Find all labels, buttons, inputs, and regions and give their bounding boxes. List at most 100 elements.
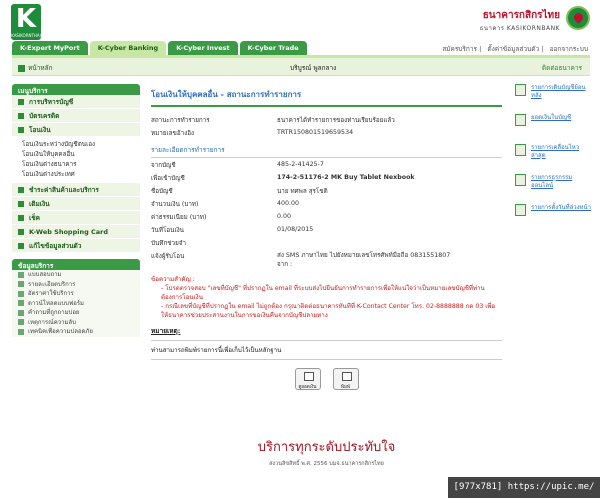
home-icon [18, 64, 25, 72]
ref-value: TRTR150801519659534 [277, 129, 354, 136]
notify-from: จาก : [277, 261, 293, 268]
expand-icon [18, 113, 24, 119]
svc-label: รายละเอียดบริการ [28, 280, 76, 288]
sidebar-item-payment[interactable]: ชำระค่าสินค้าและบริการ [12, 183, 140, 197]
quick-link-label: รายการตั้งวันที่ล่วงหน้า [531, 204, 591, 211]
register-link[interactable]: สมัครบริการ [442, 45, 477, 53]
user-name: บริบูรณ์ พูลกลาง [290, 64, 337, 72]
view-balance-label: ดูยอดเงิน [298, 385, 317, 390]
settings-link[interactable]: ตั้งค่าข้อมูลส่วนตัว [487, 45, 539, 53]
footer: บริการทุกระดับประทับใจ สงวนลิขสิทธิ์ พ.ศ… [151, 436, 502, 468]
top-links: สมัครบริการ | ตั้งค่าข้อมูลส่วนตัว | ออก… [442, 45, 588, 53]
memo-label: บันทึกช่วยจำ [151, 239, 186, 247]
kbank-logo[interactable]: K KASIKORNTHAI [11, 4, 41, 40]
note-2: - กรณีเลขที่บัญชีที่ปรากฏใน email ไม่ถูก… [161, 303, 496, 319]
quick-link-recent[interactable]: รายการเคลื่อนไหวล่าสุด [515, 144, 593, 171]
footer-copyright: สงวนลิขสิทธิ์ พ.ศ. 2556 บมจ.ธนาคารกสิกรไ… [269, 461, 384, 467]
sidebar-item-label: K-Web Shopping Card [29, 228, 109, 236]
svc-survey[interactable]: แบบสอบถาม [12, 270, 140, 280]
svc-faq[interactable]: คำถามที่ถูกถามบ่อย [12, 308, 140, 318]
important-notes: ข้อความสำคัญ : - โปรดตรวจสอบ "เลขที่บัญช… [151, 275, 502, 320]
expand-icon [18, 229, 24, 235]
sidebar-item-cheque[interactable]: เช็ค [12, 211, 140, 225]
quick-link-online[interactable]: รายการธุรกรรมออนไลน์ [515, 174, 593, 201]
fees-icon [18, 290, 24, 297]
sidebar-item-label: โอนเงิน [29, 126, 51, 134]
name-label: ชื่อบัญชี [151, 187, 173, 195]
to-row: เพื่อเข้าบัญชี 174-2-51176-2 MK Buy Table… [151, 171, 502, 184]
submenu-own-account[interactable]: โอนเงินระหว่างบัญชีตนเอง [22, 140, 130, 150]
tab-k-cyber-invest[interactable]: K-Cyber Invest [168, 41, 238, 55]
date-label: วันที่โอนเงิน [151, 226, 184, 234]
svc-label: เหตุการณ์ความลับ [28, 318, 76, 326]
name-value: นาย ทศพล สุรโชติ [277, 187, 328, 195]
logout-link[interactable]: ออกจากระบบ [550, 45, 588, 53]
to-value: 174-2-51176-2 MK Buy Tablet Nexbook [277, 174, 415, 181]
sidebar-item-label: เช็ค [29, 214, 40, 222]
svc-label: คำถามที่ถูกถามบ่อย [28, 309, 80, 316]
sidebar-item-accounts[interactable]: การบริหารบัญชี [12, 95, 140, 109]
svc-label: เทคนิคเพื่อความปลอดภัย [28, 328, 93, 335]
remark-text: ท่านสามารถพิมพ์รายการนี้เพื่อเก็บไว้เป็น… [151, 347, 282, 354]
print-label: พิมพ์ [341, 385, 350, 390]
footer-slogan: บริการทุกระดับประทับใจ [257, 440, 396, 455]
survey-icon [18, 271, 24, 278]
sidebar: เมนูบริการ การบริหารบัญชี บัตรเครดิต โอน… [12, 84, 140, 337]
sub-bar: หน้าหลัก บริบูรณ์ พูลกลาง ติดต่อธนาคาร [12, 58, 590, 76]
date-value: 01/08/2015 [277, 226, 314, 233]
tab-k-expert-myport[interactable]: K-Expert MyPort [12, 41, 88, 55]
sidebar-item-topup[interactable]: เติมเงิน [12, 197, 140, 211]
quick-link-scheduled[interactable]: รายการตั้งวันที่ล่วงหน้า [515, 204, 593, 231]
submenu-other-bank[interactable]: โอนเงินต่างธนาคาร [22, 160, 130, 170]
sidebar-item-credit-card[interactable]: บัตรเครดิต [12, 109, 140, 123]
expand-icon [18, 99, 24, 105]
amount-label: จำนวนเงิน (บาท) [151, 200, 199, 208]
fee-label: ค่าธรรมเนียม (บาท) [151, 213, 207, 221]
note-1: - โปรดตรวจสอบ "เลขที่บัญชี" ที่ปรากฏใน e… [161, 285, 485, 301]
calendar-icon [515, 204, 526, 216]
sidebar-item-label: การบริหารบัญชี [29, 98, 74, 106]
from-value: 485-2-41425-7 [277, 161, 324, 168]
quick-link-label: ยอดเงินในบัญชี [531, 114, 572, 121]
ref-row: หมายเลขอ้างอิง TRTR150801519659534 [151, 126, 502, 139]
details-icon [18, 281, 24, 287]
view-balance-button[interactable]: ดูยอดเงิน [294, 368, 321, 390]
faq-icon [18, 309, 24, 316]
expand-icon [18, 201, 24, 207]
svc-incidents[interactable]: เหตุการณ์ความลับ [12, 317, 140, 327]
submenu-international[interactable]: โอนเงินต่างประเทศ [22, 170, 130, 180]
quick-links: รายการเดินบัญชีย้อนหลัง ยอดเงินในบัญชี ร… [515, 84, 593, 234]
sidebar-item-label: บัตรเครดิต [29, 112, 60, 120]
sidebar-item-shopping-card[interactable]: K-Web Shopping Card [12, 225, 140, 239]
balance-icon [303, 372, 314, 381]
sidebar-item-profile[interactable]: แก้ไขข้อมูลส่วนตัว [12, 239, 140, 253]
quick-link-statement[interactable]: รายการเดินบัญชีย้อนหลัง [515, 84, 593, 111]
quick-link-balance[interactable]: ยอดเงินในบัญชี [515, 114, 593, 141]
amount-value: 400.00 [277, 200, 300, 207]
print-button[interactable]: พิมพ์ [332, 368, 359, 390]
logo-text: KASIKORNTHAI [11, 33, 41, 38]
memo-row: บันทึกช่วยจำ [151, 236, 502, 249]
svc-label: อัตราค่าใช้บริการ [28, 290, 74, 297]
balance-icon [515, 114, 526, 126]
tab-k-cyber-trade[interactable]: K-Cyber Trade [239, 41, 307, 55]
home-link[interactable]: หน้าหลัก [18, 63, 53, 73]
submenu-other-person[interactable]: โอนเงินให้บุคคลอื่น [22, 150, 130, 160]
svc-security[interactable]: เทคนิคเพื่อความปลอดภัย [12, 327, 140, 337]
home-label: หน้าหลัก [28, 64, 53, 72]
sidebar-item-transfer[interactable]: โอนเงิน [12, 123, 140, 137]
svc-forms[interactable]: ดาวน์โหลดแบบฟอร์ม [12, 298, 140, 308]
action-buttons: ดูยอดเงิน พิมพ์ [151, 368, 502, 390]
date-row: วันที่โอนเงิน 01/08/2015 [151, 223, 502, 236]
quick-link-label: รายการเคลื่อนไหวล่าสุด [531, 144, 580, 159]
notify-label: แจ้งผู้รับโอน [151, 253, 185, 260]
svc-details[interactable]: รายละเอียดบริการ [12, 279, 140, 289]
contact-bank-link[interactable]: ติดต่อธนาคาร [542, 63, 582, 73]
menu-title: เมนูบริการ [12, 84, 140, 95]
tab-k-cyber-banking[interactable]: K-Cyber Banking [89, 41, 167, 55]
svc-fees[interactable]: อัตราค่าใช้บริการ [12, 289, 140, 299]
detail-section-title: รายละเอียดการทำรายการ [151, 145, 502, 158]
incident-icon [18, 319, 24, 325]
main-content: โอนเงินให้บุคคลอื่น - สถานะการทำรายการ ส… [151, 88, 502, 390]
from-row: จากบัญชี 485-2-41425-7 [151, 158, 502, 171]
